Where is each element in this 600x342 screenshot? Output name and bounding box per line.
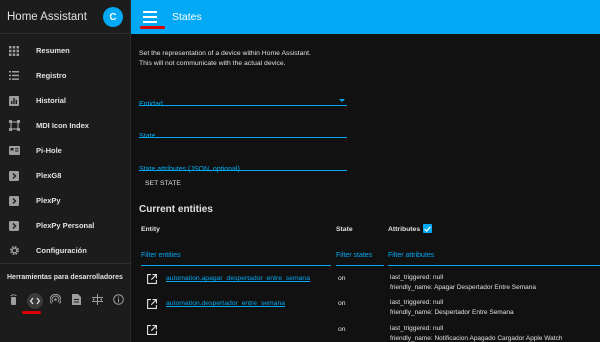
chevron-right-icon <box>8 220 20 232</box>
sidebar-item-label: PlexPy Personal <box>36 221 95 230</box>
entity-attributes: last_triggered: null friendly_name: Desp… <box>390 298 514 318</box>
sidebar-item-historial[interactable]: Historial <box>0 88 130 113</box>
entity-select[interactable]: Entidad <box>139 93 347 108</box>
description-line: Set the representation of a device withi… <box>139 50 311 57</box>
sidebar-item-configuracion[interactable]: Configuración <box>0 238 130 263</box>
entity-attributes: last_triggered: null friendly_name: Apag… <box>390 273 536 293</box>
dev-tool-services[interactable] <box>3 293 24 309</box>
attributes-checkbox[interactable] <box>423 224 432 233</box>
sidebar-item-plexg8[interactable]: PlexG8 <box>0 163 130 188</box>
dropdown-arrow-icon <box>339 99 345 102</box>
column-header-attributes: Attributes <box>388 226 421 233</box>
code-icon <box>29 292 40 310</box>
entity-select-label: Entidad <box>139 101 163 108</box>
attribute-line: last_triggered: null <box>390 325 444 332</box>
sidebar-item-label: Registro <box>36 71 67 80</box>
annotation-underline <box>22 311 41 314</box>
sidebar-item-label: Configuración <box>36 246 87 255</box>
hamburger-icon-line <box>143 21 157 23</box>
attribute-line: friendly_name: Notificacion Apagado Carg… <box>390 335 563 342</box>
check-icon <box>424 225 431 232</box>
main-content: Set the representation of a device withi… <box>131 34 600 342</box>
state-input-label: State <box>139 133 156 140</box>
current-entities-title: Current entities <box>139 204 213 215</box>
sidebar-nav: Resumen Registro Historial MDI Icon Inde… <box>0 34 130 263</box>
sidebar-item-plexpy[interactable]: PlexPy <box>0 188 130 213</box>
avatar[interactable]: C <box>103 7 123 27</box>
app-toolbar: States <box>131 0 600 34</box>
entity-state: on <box>338 275 346 282</box>
info-icon <box>113 292 124 310</box>
sidebar-item-plexpy-personal[interactable]: PlexPy Personal <box>0 213 130 238</box>
entity-link[interactable]: automation.apagar_despertador_entre_sema… <box>166 275 310 282</box>
column-header-state: State <box>336 226 353 233</box>
filter-entities-input[interactable]: Filter entities <box>141 252 331 266</box>
crop-icon <box>8 120 20 132</box>
dev-tools-bar <box>3 293 129 309</box>
dev-tool-mqtt[interactable] <box>87 293 108 309</box>
remote-icon <box>10 292 17 310</box>
description: Set the representation of a device withi… <box>139 49 439 69</box>
card-icon <box>8 145 20 157</box>
open-in-new-icon[interactable] <box>147 325 157 335</box>
dev-tool-info[interactable] <box>108 293 129 309</box>
annotation-underline <box>140 26 165 29</box>
open-in-new-icon[interactable] <box>147 299 157 309</box>
page-title: States <box>172 11 202 23</box>
entity-attributes: last_triggered: null friendly_name: Noti… <box>390 324 562 342</box>
dev-tool-templates[interactable] <box>66 293 87 309</box>
filter-states-input[interactable]: Filter states <box>336 252 384 266</box>
filter-attributes-input[interactable]: Filter attributes <box>388 252 600 266</box>
sidebar-item-pi-hole[interactable]: Pi-Hole <box>0 138 130 163</box>
template-icon <box>92 292 103 310</box>
sidebar-item-label: Resumen <box>36 46 70 55</box>
broadcast-icon <box>49 292 62 310</box>
dev-tool-states[interactable] <box>26 292 43 310</box>
file-icon <box>72 292 81 310</box>
grid-icon <box>8 45 20 57</box>
sidebar-item-resumen[interactable]: Resumen <box>0 38 130 63</box>
sidebar-item-registro[interactable]: Registro <box>0 63 130 88</box>
entity-state: on <box>338 300 346 307</box>
chevron-right-icon <box>8 195 20 207</box>
set-state-button[interactable]: SET STATE <box>139 178 187 189</box>
chevron-right-icon <box>8 170 20 182</box>
menu-button[interactable] <box>143 11 157 23</box>
hamburger-icon <box>143 11 157 13</box>
dev-tool-events[interactable] <box>45 293 66 309</box>
attribute-line: friendly_name: Apagar Despertador Entre … <box>390 284 536 291</box>
sidebar-item-label: PlexPy <box>36 196 61 205</box>
attribute-line: friendly_name: Despertador Entre Semana <box>390 309 514 316</box>
sidebar-item-label: Historial <box>36 96 67 105</box>
hamburger-icon-line <box>143 16 157 18</box>
sidebar-item-label: PlexG8 <box>36 171 62 180</box>
entity-link[interactable]: automation.despertador_entre_semana <box>166 300 285 307</box>
app-title: Home Assistant <box>7 10 87 23</box>
sidebar-item-label: MDI Icon Index <box>36 121 89 130</box>
attribute-line: last_triggered: null <box>390 274 444 281</box>
app-root: Home Assistant C Resumen Registro Histor… <box>0 0 600 342</box>
column-header-entity: Entity <box>141 226 160 233</box>
open-in-new-icon[interactable] <box>147 274 157 284</box>
entity-state: on <box>338 326 346 333</box>
attributes-input[interactable]: State attributes (JSON, optional) <box>139 158 347 173</box>
state-input[interactable]: State <box>139 125 347 140</box>
description-line: This will not communicate with the actua… <box>139 60 286 67</box>
chart-icon <box>8 95 20 107</box>
sidebar: Home Assistant C Resumen Registro Histor… <box>0 0 131 342</box>
sidebar-item-mdi-icon-index[interactable]: MDI Icon Index <box>0 113 130 138</box>
sidebar-divider <box>0 263 131 264</box>
gear-icon <box>8 245 20 257</box>
dev-tools-title: Herramientas para desarrolladores <box>7 274 123 281</box>
list-icon <box>8 70 20 82</box>
attributes-input-label: State attributes (JSON, optional) <box>139 166 240 173</box>
sidebar-item-label: Pi-Hole <box>36 146 62 155</box>
attribute-line: last_triggered: null <box>390 299 444 306</box>
